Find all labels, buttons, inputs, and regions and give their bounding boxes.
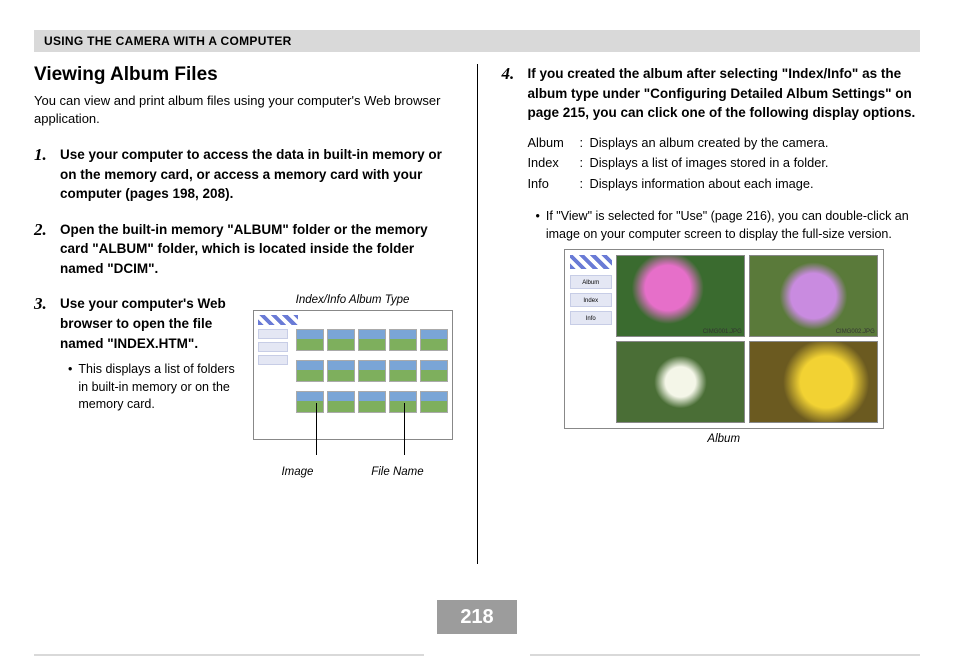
callout-label-filename: File Name: [371, 466, 423, 478]
album-figure-caption: Album: [527, 433, 920, 445]
def-row-album: Album:Displays an album created by the c…: [527, 133, 920, 153]
two-column-layout: Viewing Album Files You can view and pri…: [34, 64, 920, 564]
album-photo: CIMG001.JPG: [616, 255, 745, 337]
thumbnail-image: [296, 329, 324, 351]
thumbnail-image: [389, 360, 417, 382]
callout-line: [316, 403, 317, 455]
step-4-bullet: If "View" is selected for "Use" (page 21…: [527, 208, 920, 243]
step-number: 4.: [501, 64, 519, 445]
callout-line: [404, 403, 405, 455]
step-3: 3. Use your computer's Web browser to op…: [34, 294, 453, 478]
step-list-right: 4. If you created the album after select…: [501, 64, 920, 445]
album-photo: CIMG002.JPG: [749, 255, 878, 337]
thumbnail-image: [420, 329, 448, 351]
figure-banner: [570, 255, 612, 269]
thumbnail-image: [358, 360, 386, 382]
section-header: USING THE CAMERA WITH A COMPUTER: [34, 30, 920, 52]
step-3-text: Use your computer's Web browser to open …: [60, 294, 241, 353]
index-album-figure: [253, 310, 453, 440]
page-footer: 218: [0, 600, 954, 636]
figure-caption-top: Index/Info Album Type: [253, 294, 453, 306]
thumbnail-image: [296, 391, 324, 413]
step-3-bullet: This displays a list of folders in built…: [60, 361, 241, 414]
page-title: Viewing Album Files: [34, 64, 453, 86]
thumbnail-image: [296, 360, 324, 382]
album-photo: [749, 341, 878, 423]
step-number: 1.: [34, 145, 52, 204]
thumbnail-image: [420, 360, 448, 382]
album-photo: [616, 341, 745, 423]
album-figure: Album Index Info CIMG001.JPG CIMG002.JPG: [564, 249, 884, 429]
thumbnail-image: [327, 391, 355, 413]
thumbnail-image: [420, 391, 448, 413]
step-number: 3.: [34, 294, 52, 478]
thumbnail-image: [358, 329, 386, 351]
step-1-text: Use your computer to access the data in …: [60, 145, 453, 204]
album-sidebar: Album Index Info: [570, 255, 612, 423]
thumbnail-image: [389, 329, 417, 351]
display-options-table: Album:Displays an album created by the c…: [527, 133, 920, 194]
thumbnail-image: [358, 391, 386, 413]
right-column: 4. If you created the album after select…: [501, 64, 920, 564]
step-number: 2.: [34, 220, 52, 279]
figure-banner: [258, 315, 298, 325]
left-column: Viewing Album Files You can view and pri…: [34, 64, 453, 564]
index-button: Index: [570, 293, 612, 307]
thumbnail-image: [327, 360, 355, 382]
step-2: 2. Open the built-in memory "ALBUM" fold…: [34, 220, 453, 279]
step-1: 1. Use your computer to access the data …: [34, 145, 453, 204]
manual-page: USING THE CAMERA WITH A COMPUTER Viewing…: [0, 0, 954, 646]
thumbnail-image: [389, 391, 417, 413]
column-divider: [477, 64, 478, 564]
album-button: Album: [570, 275, 612, 289]
thumbnail-grid: [296, 329, 448, 419]
thumbnail-image: [327, 329, 355, 351]
intro-text: You can view and print album files using…: [34, 92, 453, 127]
step-4-text: If you created the album after selecting…: [527, 64, 920, 123]
step-2-text: Open the built-in memory "ALBUM" folder …: [60, 220, 453, 279]
step-list: 1. Use your computer to access the data …: [34, 145, 453, 478]
figure-sidebar: [258, 329, 288, 368]
def-row-index: Index:Displays a list of images stored i…: [527, 153, 920, 173]
callout-label-image: Image: [281, 466, 313, 478]
info-button: Info: [570, 311, 612, 325]
page-number: 218: [437, 600, 517, 634]
step-4: 4. If you created the album after select…: [501, 64, 920, 445]
def-row-info: Info:Displays information about each ima…: [527, 174, 920, 194]
